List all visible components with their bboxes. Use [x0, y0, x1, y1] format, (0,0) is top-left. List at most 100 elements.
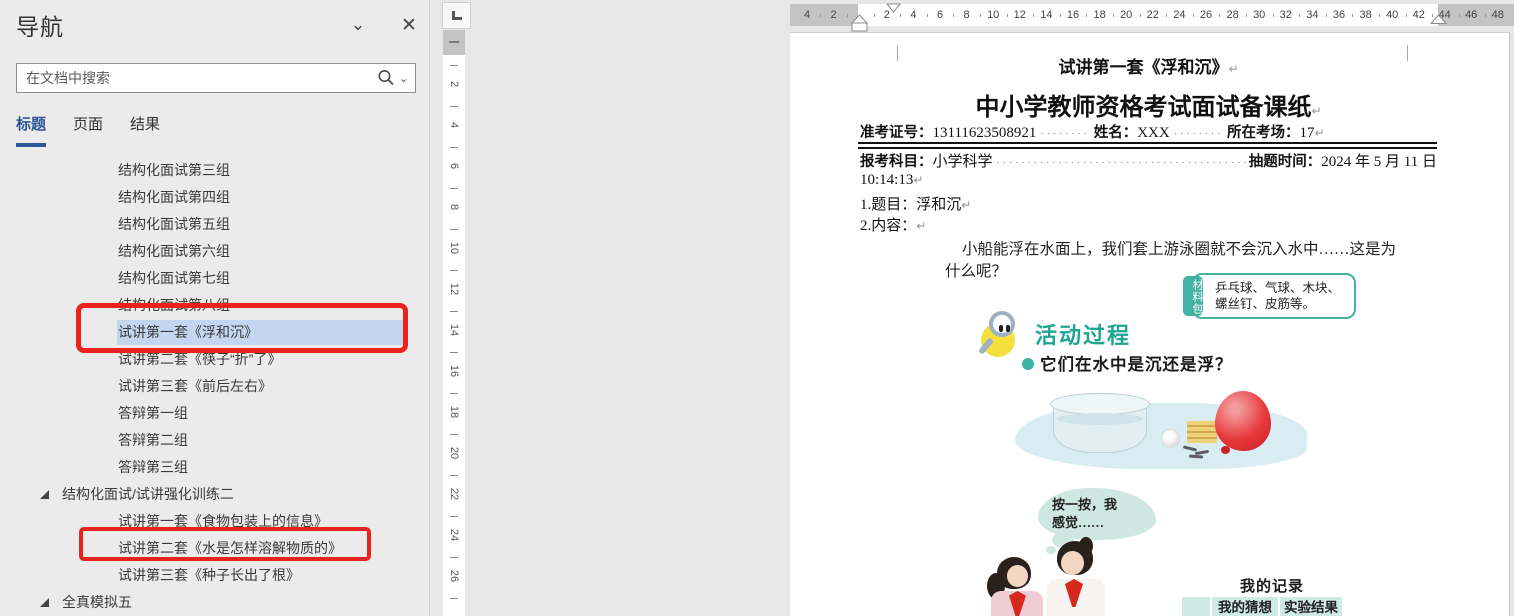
ping-pong-ball	[1161, 429, 1180, 448]
vertical-ruler-tick	[450, 557, 458, 558]
nav-heading-label: 答辩第二组	[118, 432, 188, 448]
document-title: 中小学教师资格考试面试备课纸↵	[860, 87, 1437, 122]
search-input[interactable]: 在文档中搜索 ⌄	[16, 63, 416, 93]
right-indent-marker[interactable]	[1430, 14, 1447, 25]
horizontal-ruler-tick	[1485, 14, 1486, 17]
horizontal-ruler[interactable]: 4224681012141618202224262830323436384042…	[790, 4, 1514, 26]
vertical-ruler-tick	[450, 393, 458, 394]
vertical-ruler-number: 4	[448, 114, 460, 136]
horizontal-ruler-tick	[1273, 14, 1274, 17]
left-indent-marker[interactable]	[851, 14, 868, 33]
horizontal-ruler-tick	[1193, 14, 1194, 17]
nav-heading-label: 答辩第一组	[118, 405, 188, 421]
horizontal-ruler-tick	[1219, 14, 1220, 17]
nav-heading-item[interactable]: 结构化面试第八组	[0, 292, 430, 319]
horizontal-ruler-tick	[1086, 14, 1087, 17]
vertical-ruler-number: 6	[448, 155, 460, 177]
horizontal-ruler-number: 30	[1253, 4, 1265, 26]
collapse-triangle-icon[interactable]	[40, 598, 49, 607]
topic-row: 1.题目：浮和沉 ↵	[860, 193, 1437, 213]
horizontal-ruler-number: 14	[1040, 4, 1052, 26]
horizontal-ruler-tick	[1299, 14, 1300, 17]
nav-heading-item[interactable]: 结构化面试第三组	[0, 157, 430, 184]
vertical-ruler-number: 22	[448, 483, 460, 505]
nav-heading-item[interactable]: 全真模拟五	[0, 589, 430, 616]
search-dropdown-icon[interactable]: ⌄	[399, 72, 415, 85]
nav-heading-item[interactable]: 结构化面试第七组	[0, 265, 430, 292]
nav-tab-0[interactable]: 标题	[16, 113, 46, 147]
horizontal-ruler-tick	[980, 14, 981, 17]
close-icon[interactable]: ✕	[398, 14, 420, 36]
horizontal-ruler-tick	[1406, 14, 1407, 17]
horizontal-ruler-number: 42	[1413, 4, 1425, 26]
nav-heading-item[interactable]: 答辩第三组	[0, 454, 430, 481]
materials-list: 乒乓球、气球、木块、 螺丝钉、皮筋等。	[1215, 280, 1350, 312]
nav-tab-2[interactable]: 结果	[130, 113, 160, 147]
subject-time-row: 报考科目： 小学科学 ·····························…	[860, 150, 1437, 170]
paragraph-mark: ↵	[913, 173, 923, 187]
vertical-ruler-tick	[450, 147, 458, 148]
horizontal-ruler-number: 2	[831, 4, 837, 26]
horizontal-ruler-tick	[874, 14, 875, 17]
vertical-ruler[interactable]: 2468101214161820222426	[443, 30, 465, 616]
vertical-ruler-tick	[450, 475, 458, 476]
nav-heading-item[interactable]: 试讲第三套《种子长出了根》	[0, 562, 430, 589]
nav-tabs: 标题页面结果	[16, 113, 187, 147]
paragraph-mark: ↵	[1315, 126, 1325, 140]
draw-time-continued: 10:14:13 ↵	[860, 172, 1437, 192]
dotted-leader: ········	[1170, 128, 1227, 140]
horizontal-ruler-tick	[1033, 14, 1034, 17]
tab-stop-selector[interactable]	[442, 2, 471, 29]
horizontal-ruler-tick	[1060, 14, 1061, 17]
nav-heading-item[interactable]: 试讲第一套《食物包装上的信息》	[0, 508, 430, 535]
nav-heading-item[interactable]: 结构化面试第四组	[0, 184, 430, 211]
chevron-down-icon[interactable]: ⌄	[347, 14, 369, 36]
horizontal-ruler-number: 10	[987, 4, 999, 26]
nav-heading-item[interactable]: 答辩第一组	[0, 400, 430, 427]
nav-heading-item[interactable]: 答辩第二组	[0, 427, 430, 454]
vertical-ruler-number: 8	[448, 196, 460, 218]
vertical-ruler-number: 10	[448, 237, 460, 259]
horizontal-ruler-tick	[1166, 14, 1167, 17]
search-placeholder: 在文档中搜索	[17, 68, 375, 88]
nav-heading-label: 结构化面试第七组	[118, 270, 230, 286]
paragraph-mark: ↵	[1311, 104, 1321, 118]
horizontal-ruler-tick	[1379, 14, 1380, 17]
horizontal-ruler-tick	[1326, 14, 1327, 17]
nav-heading-item[interactable]: 结构化面试/试讲强化训练二	[0, 481, 430, 508]
nav-heading-item[interactable]: 试讲第二套《筷子“折”了》	[0, 346, 430, 373]
nav-heading-item[interactable]: 试讲第一套《浮和沉》	[0, 319, 430, 346]
draw-time-value2: 10:14:13	[860, 172, 913, 189]
vertical-ruler-number: 24	[448, 524, 460, 546]
horizontal-ruler-tick	[1140, 14, 1141, 17]
horizontal-ruler-tick	[1246, 14, 1247, 17]
nav-heading-label: 试讲第二套《水是怎样溶解物质的》	[118, 540, 342, 556]
nav-heading-item[interactable]: 结构化面试第五组	[0, 211, 430, 238]
double-rule	[858, 142, 1437, 149]
nav-heading-label: 全真模拟五	[62, 594, 132, 610]
record-title: 我的记录	[1240, 575, 1304, 596]
first-line-indent-marker[interactable]	[886, 3, 901, 13]
vertical-ruler-number: 16	[448, 360, 460, 382]
horizontal-ruler-number: 34	[1306, 4, 1318, 26]
nav-heading-item[interactable]: 试讲第二套《水是怎样溶解物质的》	[0, 535, 430, 562]
paragraph-mark: ↵	[961, 198, 971, 212]
document-page[interactable]: 试讲第一套《浮和沉》↵ 中小学教师资格考试面试备课纸↵ 准考证号： 131116…	[790, 32, 1510, 616]
materials-tag: 材料包	[1183, 276, 1203, 316]
vertical-ruler-number: 26	[448, 565, 460, 587]
nav-heading-item[interactable]: 试讲第三套《前后左右》	[0, 373, 430, 400]
nav-heading-label: 试讲第三套《种子长出了根》	[118, 567, 300, 583]
nav-heading-label: 试讲第二套《筷子“折”了》	[118, 351, 281, 367]
exam-room-value: 17	[1300, 125, 1315, 142]
vertical-ruler-number: 12	[448, 278, 460, 300]
collapse-triangle-icon[interactable]	[40, 490, 49, 499]
subject-value: 小学科学	[933, 150, 993, 171]
nav-tab-1[interactable]: 页面	[73, 113, 103, 147]
vertical-ruler-tick	[450, 516, 458, 517]
horizontal-ruler-number: 46	[1465, 4, 1477, 26]
nav-heading-label: 试讲第一套《食物包装上的信息》	[118, 513, 328, 529]
horizontal-ruler-number: 24	[1173, 4, 1185, 26]
search-icon[interactable]	[375, 67, 397, 89]
nav-heading-item[interactable]: 结构化面试第六组	[0, 238, 430, 265]
bullet-icon	[1022, 358, 1034, 370]
